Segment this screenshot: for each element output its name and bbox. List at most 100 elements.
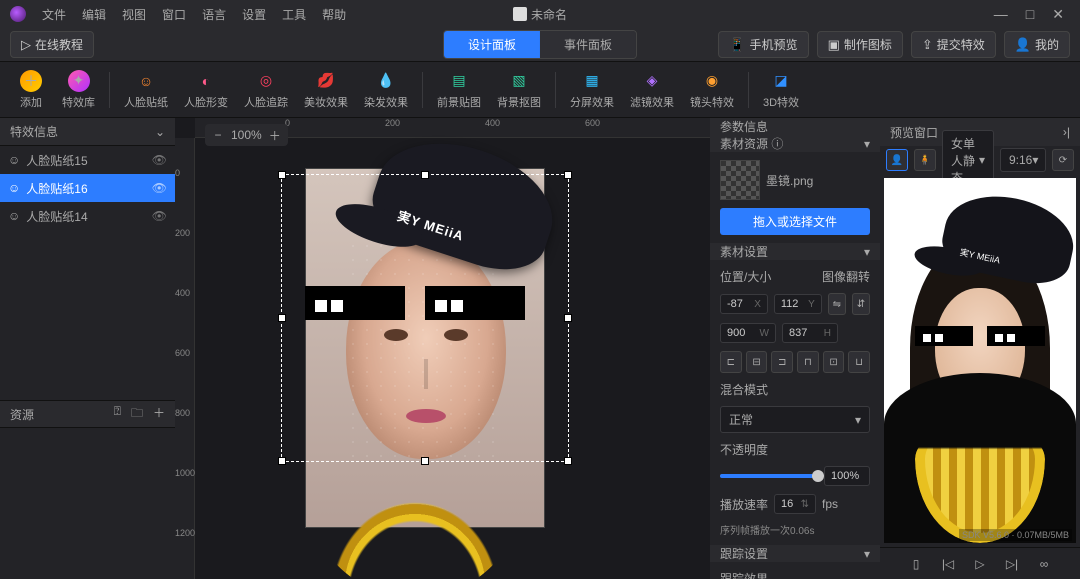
glasses-sticker[interactable] (305, 286, 525, 320)
align-bottom-button[interactable]: ⊔ (848, 351, 870, 373)
align-buttons: ⊏ ⊟ ⊐ ⊓ ⊡ ⊔ (720, 351, 870, 373)
phone-preview-button[interactable]: 📱手机预览 (718, 31, 808, 58)
tab-event[interactable]: 事件面板 (540, 31, 636, 58)
align-center-h-button[interactable]: ⊟ (746, 351, 768, 373)
speed-input[interactable]: 16⇅ (774, 494, 816, 514)
preview-mode-face-button[interactable]: 👤 (886, 149, 908, 171)
h-input[interactable]: 837H (782, 323, 838, 343)
align-left-button[interactable]: ⊏ (720, 351, 742, 373)
tool-face-morph[interactable]: ◐人脸形变 (178, 68, 234, 112)
menu-tools[interactable]: 工具 (274, 6, 314, 23)
params-panel: 参数信息 素材资源 ⓘ▾ 墨镜.png 拖入或选择文件 素材设置▾ 位置/大小图… (710, 118, 880, 579)
chain-sticker[interactable] (305, 458, 525, 579)
close-button[interactable]: ✕ (1052, 6, 1064, 23)
expand-icon[interactable]: ›| (1063, 125, 1070, 139)
menu-language[interactable]: 语言 (194, 6, 234, 23)
menu-view[interactable]: 视图 (114, 6, 154, 23)
help-icon[interactable]: ⍰ (114, 404, 121, 425)
device-button[interactable]: ▯ (905, 553, 927, 575)
visibility-icon[interactable]: 👁 (152, 209, 167, 223)
layer-item-active[interactable]: ☺人脸贴纸16👁 (0, 174, 175, 202)
tool-filter[interactable]: ◈滤镜效果 (624, 68, 680, 112)
tool-background[interactable]: ▧背景抠图 (491, 68, 547, 112)
separator (109, 72, 110, 108)
layer-item[interactable]: ☺人脸贴纸15👁 (0, 146, 175, 174)
maximize-button[interactable]: □ (1026, 6, 1034, 23)
align-right-button[interactable]: ⊐ (771, 351, 793, 373)
profile-button[interactable]: 👤我的 (1004, 31, 1070, 58)
align-center-v-button[interactable]: ⊡ (823, 351, 845, 373)
app-logo-icon (10, 6, 26, 22)
layers-icon: ▤ (448, 70, 470, 92)
tool-face-track[interactable]: ◎人脸追踪 (238, 68, 294, 112)
menu-window[interactable]: 窗口 (154, 6, 194, 23)
chevron-down-icon: ▾ (864, 245, 870, 259)
visibility-icon[interactable]: 👁 (152, 153, 167, 167)
tutorial-button[interactable]: ▷在线教程 (10, 31, 94, 58)
face-icon: ☺ (135, 70, 157, 92)
speed-label: 播放速率 (720, 496, 768, 513)
visibility-icon[interactable]: 👁 (152, 181, 167, 195)
left-panel: 特效信息 ⌄ ☺人脸贴纸15👁 ☺人脸贴纸16👁 ☺人脸贴纸14👁 资源 ⍰ 🗀… (0, 118, 175, 579)
track-effect-label: 跟踪效果 (720, 570, 870, 579)
menu-settings[interactable]: 设置 (234, 6, 274, 23)
refresh-button[interactable]: ⟳ (1052, 149, 1074, 171)
play-icon: ▷ (21, 37, 31, 53)
blend-mode-select[interactable]: 正常▾ (720, 406, 870, 433)
asset-file-row[interactable]: 墨镜.png (720, 160, 870, 200)
opacity-slider[interactable] (720, 474, 818, 478)
tool-makeup[interactable]: 💋美妆效果 (298, 68, 354, 112)
prev-button[interactable]: |◁ (937, 553, 959, 575)
play-button[interactable]: ▷ (969, 553, 991, 575)
zoom-out-button[interactable]: − (209, 126, 227, 144)
tool-fxlib[interactable]: ✦特效库 (56, 68, 101, 112)
fps-unit: fps (822, 497, 838, 511)
track-settings-header[interactable]: 跟踪设置▾ (710, 545, 880, 562)
tab-design[interactable]: 设计面板 (444, 31, 540, 58)
x-input[interactable]: -87X (720, 294, 768, 314)
menu-edit[interactable]: 编辑 (74, 6, 114, 23)
title-text: 未命名 (531, 6, 567, 23)
minimize-button[interactable]: — (994, 6, 1008, 23)
menu-help[interactable]: 帮助 (314, 6, 354, 23)
face-mesh (346, 239, 506, 459)
menu-file[interactable]: 文件 (34, 6, 74, 23)
add-icon[interactable]: ＋ (153, 404, 165, 425)
tool-row: ＋添加 ✦特效库 ☺人脸贴纸 ◐人脸形变 ◎人脸追踪 💋美妆效果 💧染发效果 ▤… (0, 62, 1080, 118)
preview-mode-body-button[interactable]: 🧍 (914, 149, 936, 171)
flip-v-button[interactable]: ⇵ (852, 293, 870, 315)
loop-button[interactable]: ∞ (1033, 553, 1055, 575)
tool-add[interactable]: ＋添加 (10, 68, 52, 112)
tool-face-sticker[interactable]: ☺人脸贴纸 (118, 68, 174, 112)
folder-icon[interactable]: 🗀 (131, 404, 143, 425)
playback-controls: ▯ |◁ ▷ ▷| ∞ (880, 547, 1080, 579)
tool-lens[interactable]: ◉镜头特效 (684, 68, 740, 112)
tool-splitscreen[interactable]: ▦分屏效果 (564, 68, 620, 112)
layer-name: 人脸贴纸15 (26, 152, 87, 169)
tool-hair[interactable]: 💧染发效果 (358, 68, 414, 112)
align-top-button[interactable]: ⊓ (797, 351, 819, 373)
params-header: 参数信息 (710, 118, 880, 135)
flip-h-button[interactable]: ⇋ (828, 293, 846, 315)
opacity-input[interactable]: 100% (824, 466, 870, 486)
submit-effect-button[interactable]: ⇪提交特效 (911, 31, 996, 58)
zoom-in-button[interactable]: ＋ (266, 126, 284, 144)
layer-item[interactable]: ☺人脸贴纸14👁 (0, 202, 175, 230)
upload-icon: ⇪ (922, 37, 933, 53)
w-input[interactable]: 900W (720, 323, 776, 343)
choose-file-button[interactable]: 拖入或选择文件 (720, 208, 870, 235)
asset-source-header[interactable]: 素材资源 ⓘ▾ (710, 135, 880, 152)
lens-icon: ◉ (701, 70, 723, 92)
smile-icon: ☺ (8, 181, 20, 195)
make-icon-button[interactable]: ▣制作图标 (817, 31, 903, 58)
asset-settings-header[interactable]: 素材设置▾ (710, 243, 880, 260)
preview-ratio-select[interactable]: 9:16▾ (1000, 148, 1046, 172)
y-input[interactable]: 112Y (774, 294, 822, 314)
tool-foreground[interactable]: ▤前景贴图 (431, 68, 487, 112)
chevron-down-icon: ▾ (855, 413, 861, 427)
next-button[interactable]: ▷| (1001, 553, 1023, 575)
face-preview (346, 239, 506, 459)
canvas[interactable]: 0 200 400 600 0 200 400 600 800 1000 120… (175, 118, 710, 579)
tool-3d[interactable]: ◪3D特效 (757, 68, 805, 112)
chevron-down-icon[interactable]: ⌄ (155, 125, 165, 139)
